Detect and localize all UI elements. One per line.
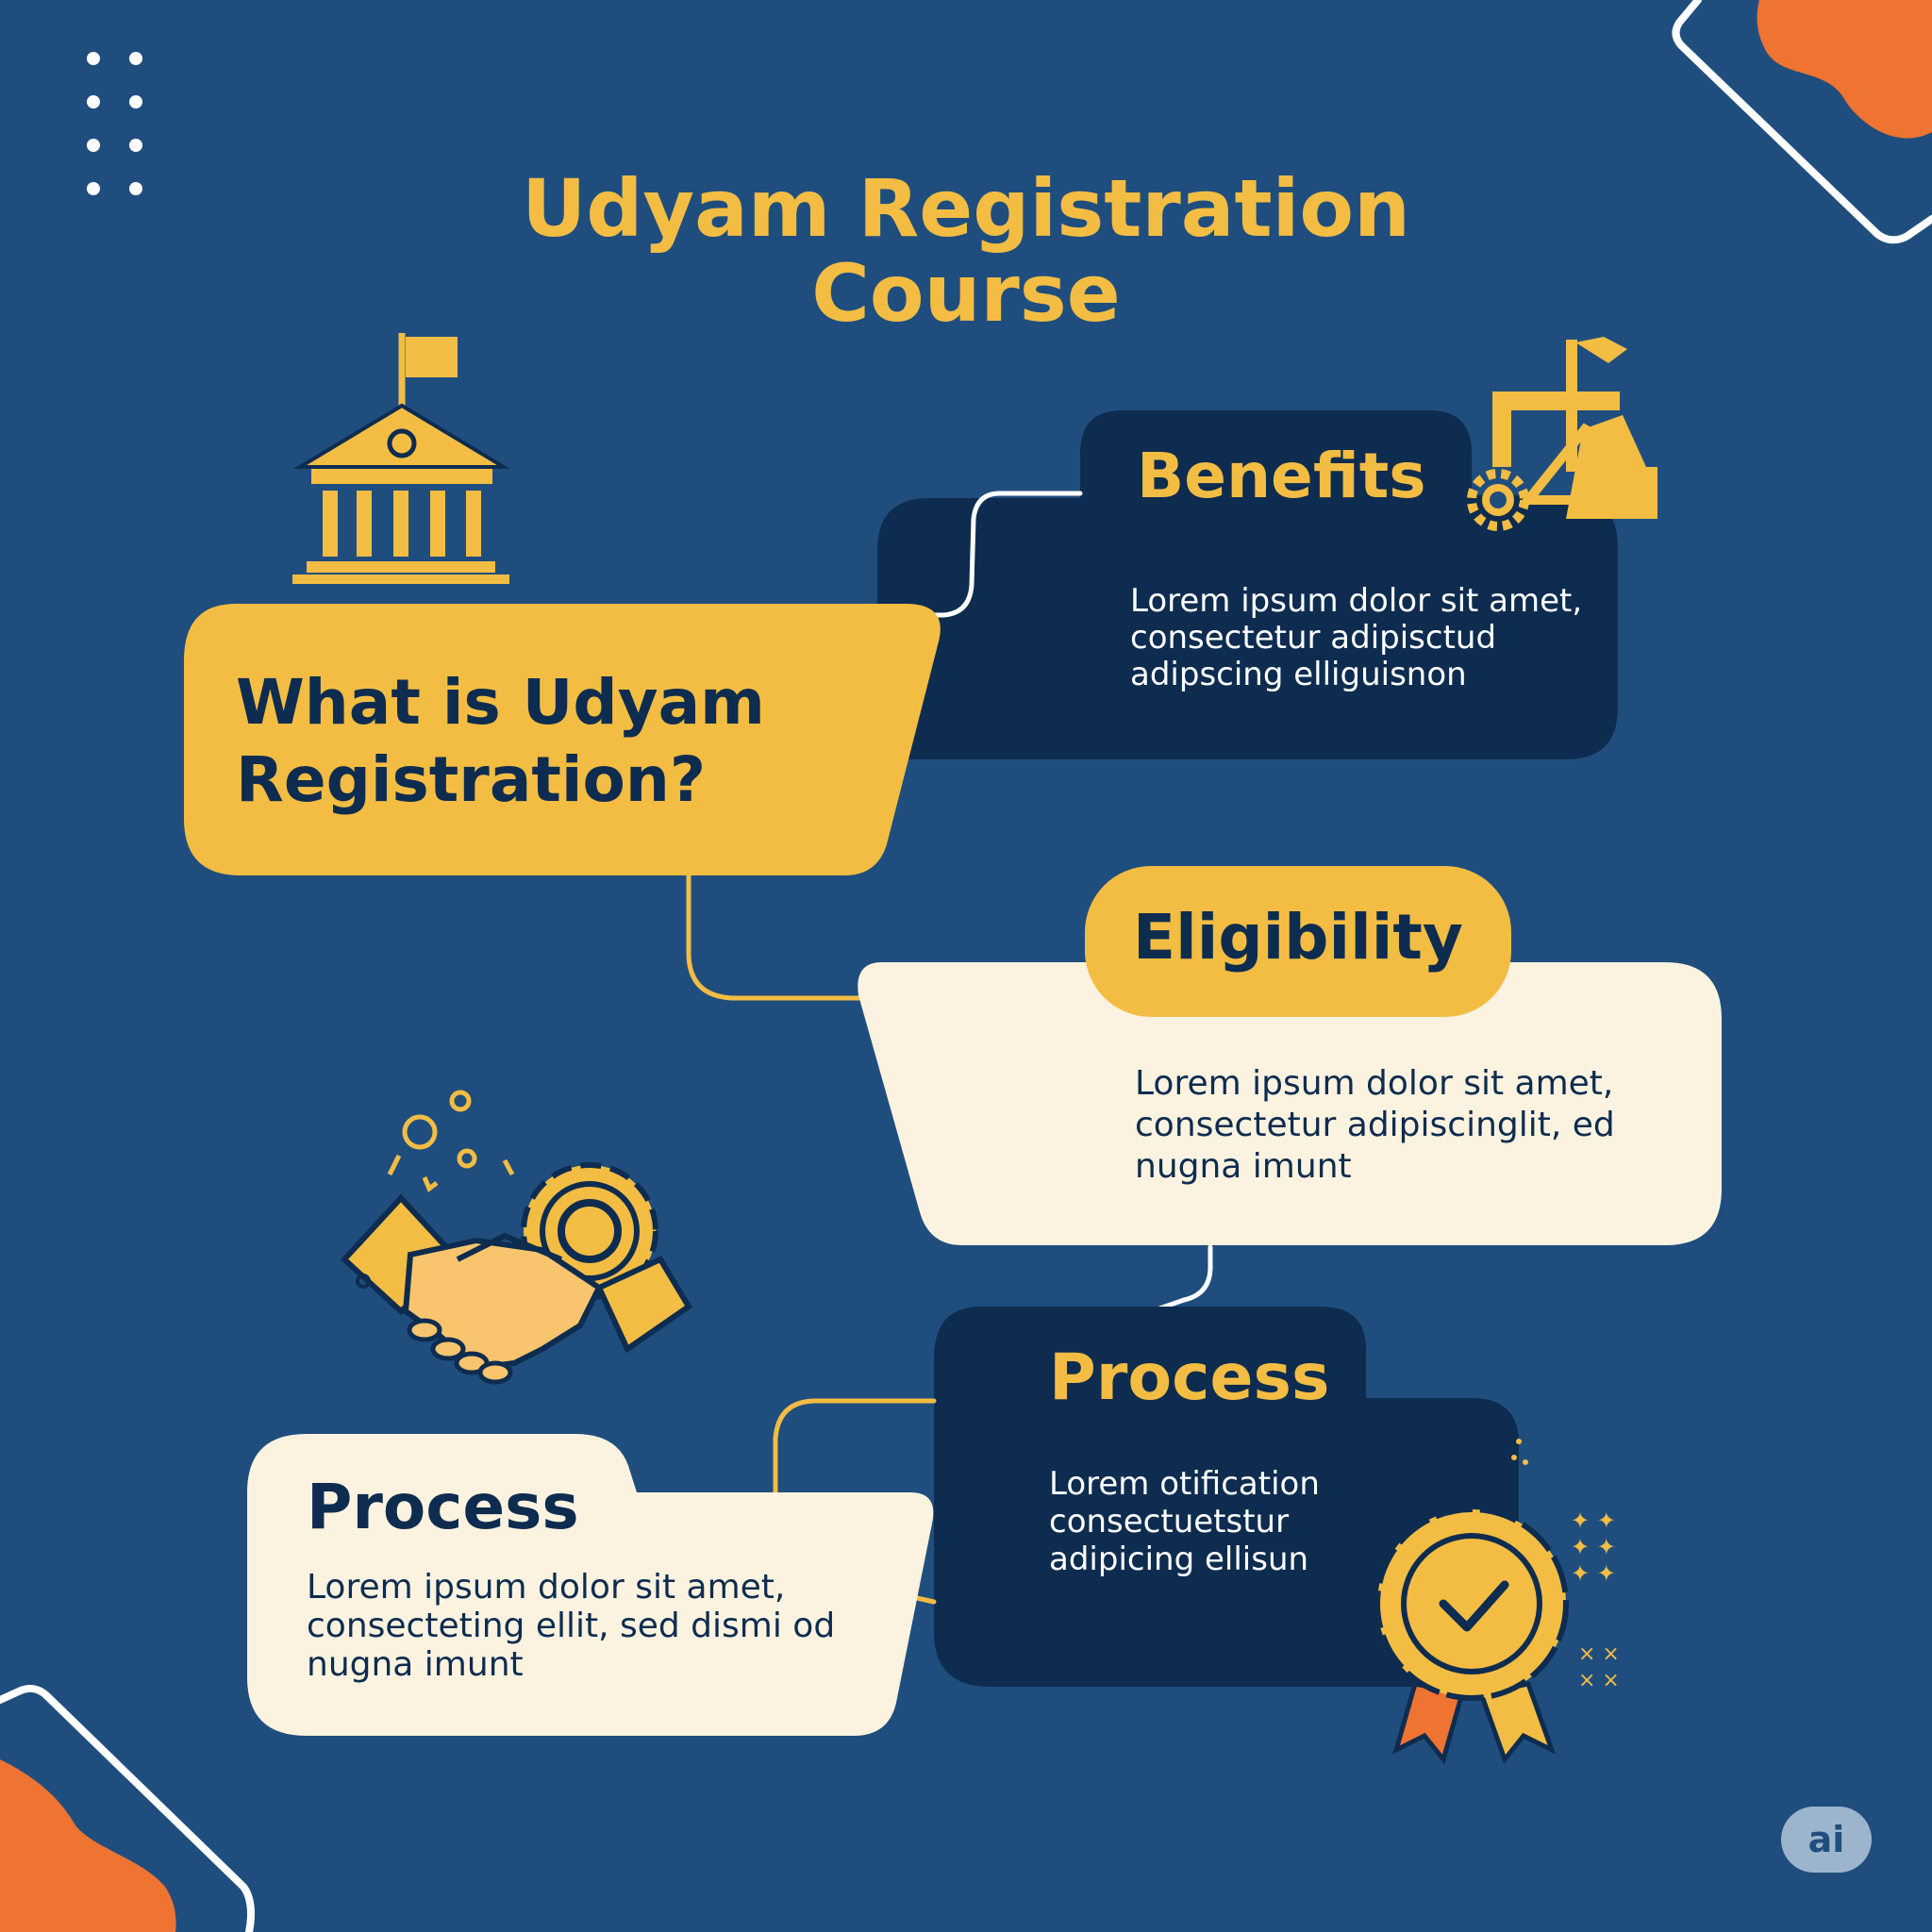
connector-process-right bbox=[1143, 1244, 1213, 1316]
svg-text:✦ ✦: ✦ ✦ bbox=[1571, 1534, 1616, 1560]
award-ribbon-icon: ✦ ✦ ✦ ✦ ✦ ✦ × × × × bbox=[1374, 1439, 1620, 1765]
factory-gear-icon bbox=[1467, 337, 1657, 531]
svg-text:× ×: × × bbox=[1578, 1642, 1620, 1666]
what-is-heading-line2: Registration? bbox=[236, 743, 707, 816]
infographic-canvas: Udyam Registration Course ✦ ✦ ✦ ✦ ✦ ✦ × … bbox=[0, 0, 1932, 1932]
process-right-body: Lorem otification consectuetstur adipici… bbox=[1049, 1465, 1320, 1578]
svg-text:✦ ✦: ✦ ✦ bbox=[1571, 1560, 1616, 1587]
government-building-icon bbox=[292, 333, 511, 584]
handshake-gear-icon bbox=[340, 1090, 693, 1385]
what-is-heading-line1: What is Udyam bbox=[236, 666, 765, 739]
benefits-body: Lorem ipsum dolor sit amet, consectetur … bbox=[1130, 582, 1583, 693]
cards-layer bbox=[184, 410, 1722, 1736]
svg-text:× ×: × × bbox=[1578, 1669, 1620, 1692]
process-right-heading: Process bbox=[1049, 1341, 1330, 1415]
ai-badge: ai bbox=[1781, 1807, 1872, 1873]
process-left-heading: Process bbox=[307, 1471, 579, 1543]
eligibility-body: Lorem ipsum dolor sit amet, consectetur … bbox=[1135, 1064, 1615, 1186]
eligibility-heading: Eligibility bbox=[1133, 901, 1463, 974]
svg-text:✦ ✦: ✦ ✦ bbox=[1571, 1507, 1616, 1534]
benefits-heading: Benefits bbox=[1137, 440, 1426, 512]
process-left-body: Lorem ipsum dolor sit amet, consecteting… bbox=[307, 1568, 836, 1684]
